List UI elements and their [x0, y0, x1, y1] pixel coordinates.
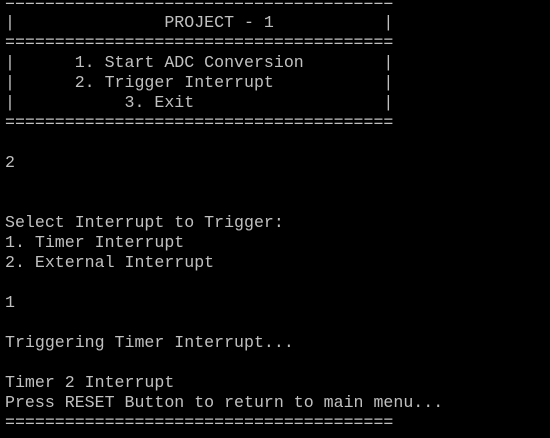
menu-option-interrupt: | 2. Trigger Interrupt | [5, 73, 394, 92]
interrupt-option-external: 2. External Interrupt [5, 253, 215, 272]
user-input-menu-choice: 2 [5, 153, 15, 172]
menu-option-adc: | 1. Start ADC Conversion | [5, 53, 394, 72]
menu-option-exit: | 3. Exit | [5, 93, 394, 112]
menu-title: | PROJECT - 1 | [5, 13, 394, 32]
status-triggering: Triggering Timer Interrupt... [5, 333, 294, 352]
menu-border-title: ======================================= [5, 33, 394, 52]
menu-border-top: ======================================= [5, 0, 394, 12]
interrupt-option-timer: 1. Timer Interrupt [5, 233, 185, 252]
user-input-interrupt-choice: 1 [5, 293, 15, 312]
separator-bottom: ======================================= [5, 413, 394, 432]
interrupt-prompt: Select Interrupt to Trigger: [5, 213, 284, 232]
status-timer-interrupt: Timer 2 Interrupt [5, 373, 175, 392]
terminal-output: ======================================= … [5, 0, 443, 433]
menu-border-bottom: ======================================= [5, 113, 394, 132]
status-reset-instruction: Press RESET Button to return to main men… [5, 393, 444, 412]
terminal-window[interactable]: ======================================= … [0, 0, 550, 438]
